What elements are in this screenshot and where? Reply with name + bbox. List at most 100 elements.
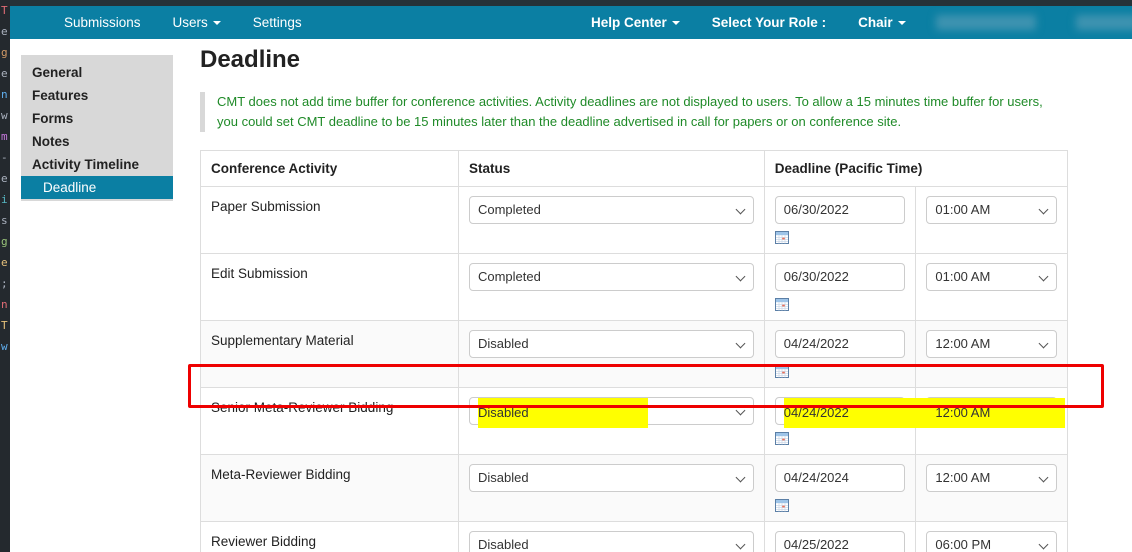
background-editor-sliver: Te g e n w m - e i s g e; n Tw [0, 0, 10, 552]
deadline-date-value: 04/24/2022 [783, 398, 939, 428]
cell-time: 12:00 AM [915, 454, 1068, 522]
status-select-value: Disabled [477, 336, 529, 351]
cell-status: Completed [457, 253, 765, 321]
editor-text-fragment: s [1, 214, 8, 227]
deadline-date-value: 06/30/2022 [783, 202, 849, 217]
deadline-time-select[interactable]: 12:00 AM [926, 330, 1057, 358]
sidebar-item-deadline[interactable]: Deadline [21, 176, 173, 199]
editor-text-fragment: w [1, 340, 8, 353]
editor-text-fragment: g [1, 235, 8, 248]
editor-text-fragment: m [1, 130, 8, 143]
nav-item-chair[interactable]: Chair [842, 6, 922, 39]
cell-status: Disabled [457, 521, 765, 552]
deadline-date-input[interactable]: 04/24/2024 [774, 464, 906, 492]
chevron-down-icon [671, 20, 680, 25]
info-message-line: you could set CMT deadline to be 15 minu… [217, 114, 902, 129]
cell-status: Disabled [457, 320, 765, 388]
editor-text-fragment: ; [1, 277, 8, 290]
editor-text-fragment: T [1, 319, 8, 332]
deadline-date-value: 04/25/2022 [783, 537, 849, 552]
sidebar-item-label: Forms [32, 111, 74, 126]
column-header-deadline: Deadline (Pacific Time) [763, 150, 1069, 187]
deadline-time-value: 01:00 AM [935, 202, 991, 217]
cell-time: 12:00 AM [915, 387, 1068, 455]
nav-item-select-your-role[interactable]: Select Your Role : [696, 6, 842, 39]
status-select-value: Completed [477, 202, 541, 217]
status-select[interactable]: Disabled [468, 464, 754, 492]
calendar-icon[interactable] [774, 432, 789, 445]
status-select-value: Completed [477, 269, 541, 284]
deadline-date-input[interactable]: 04/24/2022 [774, 330, 906, 358]
sidebar-item-label: Notes [32, 134, 70, 149]
chevron-down-icon [735, 472, 746, 483]
editor-text-fragment: e [1, 67, 8, 80]
sidebar-item-activity-timeline[interactable]: Activity Timeline [21, 153, 173, 176]
chevron-down-icon [735, 405, 746, 416]
nav-item-label: Select Your Role : [711, 15, 827, 30]
deadline-time-select[interactable]: 06:00 PM [926, 531, 1057, 552]
navbar-left-items: Submissions Users Settings [48, 6, 318, 39]
navbar-right-items: Help Center Select Your Role : Chair [575, 6, 1132, 39]
deadline-date-input[interactable]: 04/24/2022 [774, 397, 939, 428]
info-message-line: CMT does not add time buffer for confere… [217, 94, 1043, 109]
status-select[interactable]: Disabled [468, 397, 754, 428]
chevron-down-icon [1038, 338, 1049, 349]
cell-status: Disabled [457, 387, 765, 455]
sidebar-item-label: Activity Timeline [32, 157, 140, 172]
status-select[interactable]: Completed [468, 263, 754, 291]
cell-activity: Supplementary Material [200, 320, 459, 388]
editor-text-fragment: i [1, 193, 8, 206]
editor-text-fragment: n [1, 88, 8, 101]
deadline-time-value: 12:00 AM [935, 470, 991, 485]
nav-item-users[interactable]: Users [157, 6, 237, 39]
sidebar-item-features[interactable]: Features [21, 84, 173, 107]
table-row: Reviewer Bidding Disabled 04/25/2022 06:00 … [200, 521, 1068, 552]
activity-label: Reviewer Bidding [211, 534, 317, 549]
nav-item-label: Help Center [591, 15, 667, 30]
cell-activity: Senior Meta-Reviewer Bidding [200, 387, 459, 455]
nav-item-label: Users [172, 15, 208, 30]
chevron-down-icon [735, 271, 746, 282]
deadline-date-input[interactable]: 06/30/2022 [774, 196, 906, 224]
status-select-value: Disabled [477, 537, 529, 552]
nav-item-help-center[interactable]: Help Center [575, 6, 696, 39]
editor-text-fragment: e [1, 172, 8, 185]
sidebar-item-forms[interactable]: Forms [21, 107, 173, 130]
sidebar-item-general[interactable]: General [21, 61, 173, 84]
deadline-time-select[interactable]: 12:00 AM [926, 397, 1066, 428]
cell-date: 06/30/2022 [763, 253, 917, 321]
info-message: CMT does not add time buffer for confere… [200, 92, 1100, 132]
status-select-value: Disabled [477, 470, 529, 485]
cell-date: 04/24/2022 [763, 387, 939, 455]
chevron-down-icon [212, 20, 221, 25]
status-select[interactable]: Disabled [468, 330, 754, 358]
table-row: Paper Submission Completed 06/30/2022 01:00… [200, 186, 1068, 254]
cell-date: 06/30/2022 [763, 186, 917, 254]
editor-text-fragment: w [1, 109, 8, 122]
cell-time: 12:00 AM [915, 320, 1068, 388]
column-header-activity: Conference Activity [200, 150, 459, 187]
editor-text-fragment: T [1, 4, 8, 17]
deadline-date-value: 06/30/2022 [783, 269, 849, 284]
calendar-icon[interactable] [774, 298, 789, 311]
sidebar-item-notes[interactable]: Notes [21, 130, 173, 153]
deadline-time-select[interactable]: 01:00 AM [926, 263, 1057, 291]
deadline-date-input[interactable]: 04/25/2022 [774, 531, 906, 552]
deadline-date-input[interactable]: 06/30/2022 [774, 263, 906, 291]
main-content: Deadline CMT does not add time buffer fo… [200, 46, 1100, 552]
sidebar-item-label: Features [32, 88, 89, 103]
nav-item-label: Chair [858, 15, 893, 30]
chevron-down-icon [1038, 204, 1049, 215]
nav-item-settings[interactable]: Settings [237, 6, 318, 39]
status-select[interactable]: Completed [468, 196, 754, 224]
deadline-time-select[interactable]: 12:00 AM [926, 464, 1057, 492]
calendar-icon[interactable] [774, 231, 789, 244]
calendar-icon[interactable] [774, 499, 789, 512]
calendar-icon[interactable] [774, 365, 789, 378]
status-select[interactable]: Disabled [468, 531, 754, 552]
chevron-down-icon [897, 20, 906, 25]
deadline-time-select[interactable]: 01:00 AM [926, 196, 1057, 224]
nav-item-submissions[interactable]: Submissions [48, 6, 157, 39]
chevron-down-icon [735, 539, 746, 550]
page-title: Deadline [200, 46, 301, 73]
